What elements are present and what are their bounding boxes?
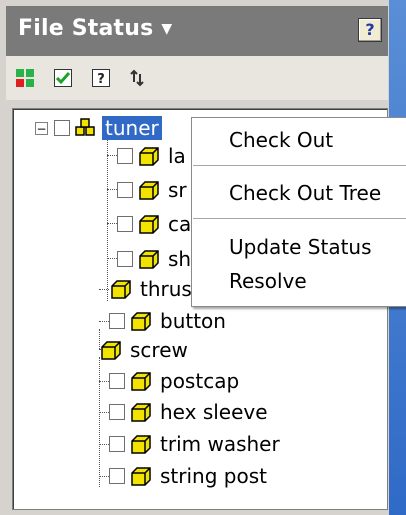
menu-item-check-out-tree[interactable]: Check Out Tree [229, 181, 381, 205]
item-checkbox[interactable] [117, 216, 133, 232]
tree-item[interactable]: hex sleeve [109, 398, 271, 426]
help-button[interactable]: ? [358, 18, 382, 42]
tree-item[interactable]: screw [99, 336, 191, 364]
tree-item-label: hex sleeve [160, 400, 268, 424]
file-status-dropdown[interactable]: File Status ▼ [18, 16, 172, 41]
panel-header: File Status ▼ ? [6, 6, 388, 57]
refresh-button[interactable] [124, 65, 150, 91]
four-squares-icon [16, 69, 34, 87]
tree-item[interactable]: sh [117, 245, 194, 273]
menu-separator [193, 218, 406, 219]
part-icon [101, 341, 121, 360]
part-icon [139, 215, 159, 234]
part-icon [131, 435, 151, 454]
item-checkbox[interactable] [109, 373, 125, 389]
context-menu: Check Out Check Out Tree Update Status R… [191, 117, 406, 307]
tree-item-label: thrus [140, 277, 192, 301]
tree-item-label: la [168, 144, 186, 168]
part-icon [139, 147, 159, 166]
menu-separator [193, 165, 406, 166]
item-checkbox[interactable] [117, 182, 133, 198]
toolbar: ? [6, 56, 388, 100]
tree-item-label: button [160, 309, 226, 333]
tree-root-label: tuner [102, 116, 162, 140]
part-icon [111, 280, 131, 299]
menu-item-check-out[interactable]: Check Out [229, 128, 333, 152]
menu-item-update-status[interactable]: Update Status [229, 235, 372, 259]
tree-item-label: ca [168, 212, 192, 236]
panel-title: File Status [18, 16, 154, 41]
tree-item-label: string post [160, 464, 267, 488]
item-checkbox[interactable] [117, 148, 133, 164]
menu-item-resolve[interactable]: Resolve [229, 269, 307, 293]
tree-item[interactable]: sr [117, 176, 190, 204]
part-icon [131, 372, 151, 391]
check-icon [54, 69, 72, 87]
question-box-icon: ? [92, 69, 110, 87]
item-checkbox[interactable] [117, 251, 133, 267]
tree-item[interactable]: string post [109, 462, 270, 490]
tree-item[interactable]: la [117, 142, 189, 170]
status-query-button[interactable]: ? [88, 65, 114, 91]
tree-item-label: postcap [160, 369, 240, 393]
part-icon [131, 403, 151, 422]
part-icon [139, 181, 159, 200]
root-checkbox[interactable] [54, 120, 70, 136]
tree-item-label: sr [168, 178, 187, 202]
refresh-arrows-icon [130, 69, 144, 87]
tree-root-row[interactable]: − tuner [35, 114, 162, 142]
check-in-button[interactable] [50, 65, 76, 91]
assembly-icon [75, 118, 95, 136]
tree-item-label: sh [168, 247, 192, 271]
item-checkbox[interactable] [109, 468, 125, 484]
tree-item[interactable]: button [109, 307, 229, 335]
tree-item-label: screw [130, 338, 188, 362]
collapse-toggle[interactable]: − [35, 121, 48, 135]
item-checkbox[interactable] [109, 313, 125, 329]
part-icon [131, 312, 151, 331]
svg-text:?: ? [97, 72, 105, 87]
tree-item[interactable]: ca [117, 210, 194, 238]
part-icon [139, 250, 159, 269]
tree-item[interactable]: postcap [109, 367, 242, 395]
item-checkbox[interactable] [109, 404, 125, 420]
tree-item[interactable]: thrus [109, 275, 195, 303]
status-legend-button[interactable] [12, 65, 38, 91]
tree-item-label: trim washer [160, 432, 280, 456]
tree-item[interactable]: trim washer [109, 430, 283, 458]
item-checkbox[interactable] [109, 436, 125, 452]
part-icon [131, 467, 151, 486]
caret-down-icon: ▼ [161, 21, 173, 37]
